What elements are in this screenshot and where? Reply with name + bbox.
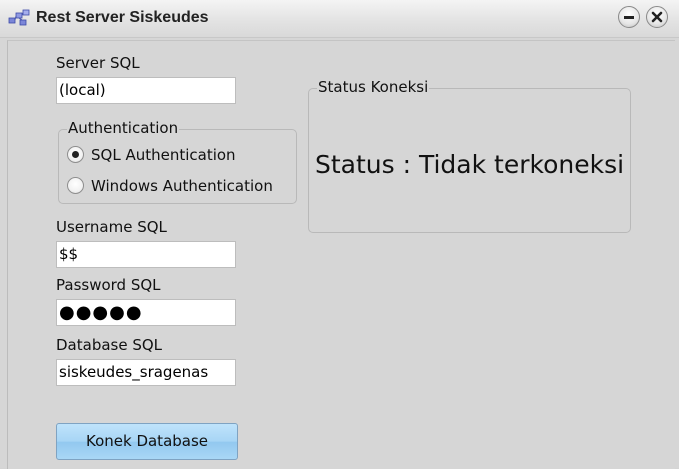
close-button[interactable] xyxy=(646,6,668,28)
sql-auth-radio[interactable] xyxy=(67,146,84,163)
title-bar[interactable]: Rest Server Siskeudes xyxy=(0,0,679,38)
server-input[interactable]: (local) xyxy=(56,77,236,104)
status-group-label: Status Koneksi xyxy=(317,78,430,96)
minimize-button[interactable] xyxy=(618,6,640,28)
server-label: Server SQL xyxy=(56,54,140,72)
windows-auth-radio[interactable] xyxy=(67,177,84,194)
connection-status-text: Status : Tidak terkoneksi xyxy=(315,150,625,179)
username-input[interactable]: $$ xyxy=(56,241,236,268)
password-input[interactable]: ●●●●● xyxy=(56,299,236,326)
windows-auth-label[interactable]: Windows Authentication xyxy=(91,177,273,195)
network-servers-icon xyxy=(8,9,30,27)
authentication-group-label: Authentication xyxy=(67,119,180,137)
database-input[interactable]: siskeudes_sragenas xyxy=(56,359,236,386)
password-label: Password SQL xyxy=(56,276,161,294)
connect-database-button[interactable]: Konek Database xyxy=(56,423,238,460)
sql-auth-label[interactable]: SQL Authentication xyxy=(91,146,236,164)
database-label: Database SQL xyxy=(56,336,163,354)
window-title: Rest Server Siskeudes xyxy=(36,9,209,26)
app-window: Rest Server Siskeudes Server SQL (local)… xyxy=(0,0,679,469)
radio-selected-dot xyxy=(72,151,79,158)
username-label: Username SQL xyxy=(56,218,167,236)
